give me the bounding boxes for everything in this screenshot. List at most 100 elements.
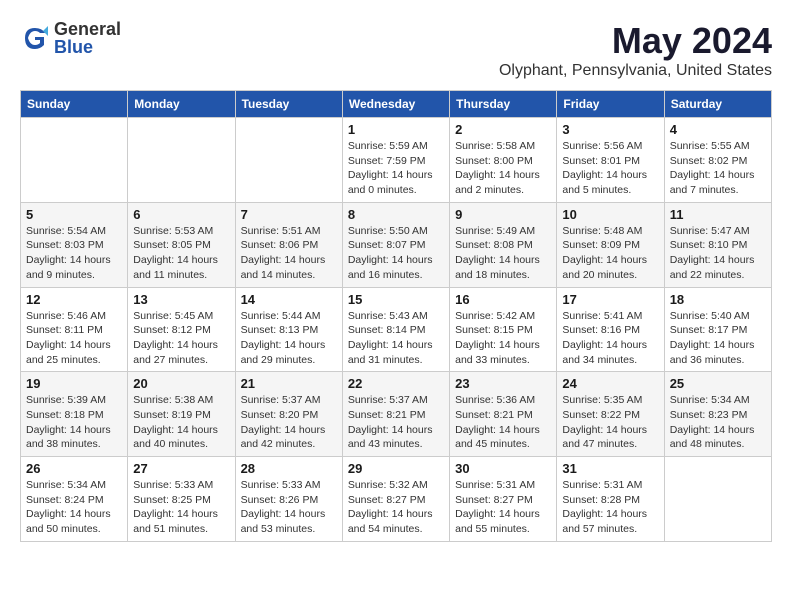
day-number: 16: [455, 292, 551, 307]
logo-text: General Blue: [54, 20, 121, 56]
calendar-cell: 19 Sunrise: 5:39 AM Sunset: 8:18 PM Dayli…: [21, 372, 128, 457]
day-info: Sunrise: 5:44 AM Sunset: 8:13 PM Dayligh…: [241, 309, 337, 368]
calendar-cell: 27 Sunrise: 5:33 AM Sunset: 8:25 PM Dayli…: [128, 457, 235, 542]
calendar-week-1: 1 Sunrise: 5:59 AM Sunset: 7:59 PM Daylig…: [21, 118, 772, 203]
day-info: Sunrise: 5:37 AM Sunset: 8:20 PM Dayligh…: [241, 393, 337, 452]
day-number: 1: [348, 122, 444, 137]
day-info: Sunrise: 5:42 AM Sunset: 8:15 PM Dayligh…: [455, 309, 551, 368]
day-number: 25: [670, 376, 766, 391]
calendar-week-3: 12 Sunrise: 5:46 AM Sunset: 8:11 PM Dayli…: [21, 287, 772, 372]
day-info: Sunrise: 5:46 AM Sunset: 8:11 PM Dayligh…: [26, 309, 122, 368]
day-info: Sunrise: 5:41 AM Sunset: 8:16 PM Dayligh…: [562, 309, 658, 368]
day-number: 7: [241, 207, 337, 222]
header-wednesday: Wednesday: [342, 91, 449, 118]
day-info: Sunrise: 5:56 AM Sunset: 8:01 PM Dayligh…: [562, 139, 658, 198]
calendar-cell: 7Sunrise: 5:51 AM Sunset: 8:06 PM Daylig…: [235, 202, 342, 287]
header-monday: Monday: [128, 91, 235, 118]
day-info: Sunrise: 5:45 AM Sunset: 8:12 PM Dayligh…: [133, 309, 229, 368]
calendar-cell: 24Sunrise: 5:35 AM Sunset: 8:22 PM Dayli…: [557, 372, 664, 457]
month-title: May 2024: [499, 20, 772, 62]
day-number: 26: [26, 461, 122, 476]
day-number: 5: [26, 207, 122, 222]
day-info: Sunrise: 5:31 AM Sunset: 8:28 PM Dayligh…: [562, 478, 658, 537]
day-info: Sunrise: 5:40 AM Sunset: 8:17 PM Dayligh…: [670, 309, 766, 368]
day-number: 3: [562, 122, 658, 137]
logo-icon: [20, 23, 50, 53]
day-info: Sunrise: 5:32 AM Sunset: 8:27 PM Dayligh…: [348, 478, 444, 537]
day-number: 30: [455, 461, 551, 476]
calendar-cell: 12 Sunrise: 5:46 AM Sunset: 8:11 PM Dayli…: [21, 287, 128, 372]
calendar-cell: 4Sunrise: 5:55 AM Sunset: 8:02 PM Daylig…: [664, 118, 771, 203]
calendar-cell: 21 Sunrise: 5:37 AM Sunset: 8:20 PM Dayli…: [235, 372, 342, 457]
calendar-cell: [235, 118, 342, 203]
day-number: 2: [455, 122, 551, 137]
day-number: 11: [670, 207, 766, 222]
calendar-cell: 30Sunrise: 5:31 AM Sunset: 8:27 PM Dayli…: [450, 457, 557, 542]
day-info: Sunrise: 5:50 AM Sunset: 8:07 PM Dayligh…: [348, 224, 444, 283]
calendar-cell: 1 Sunrise: 5:59 AM Sunset: 7:59 PM Daylig…: [342, 118, 449, 203]
calendar-cell: 28 Sunrise: 5:33 AM Sunset: 8:26 PM Dayli…: [235, 457, 342, 542]
calendar-cell: 16 Sunrise: 5:42 AM Sunset: 8:15 PM Dayli…: [450, 287, 557, 372]
day-number: 19: [26, 376, 122, 391]
day-info: Sunrise: 5:59 AM Sunset: 7:59 PM Dayligh…: [348, 139, 444, 198]
calendar-cell: 13 Sunrise: 5:45 AM Sunset: 8:12 PM Dayli…: [128, 287, 235, 372]
calendar-header-row: SundayMondayTuesdayWednesdayThursdayFrid…: [21, 91, 772, 118]
header-saturday: Saturday: [664, 91, 771, 118]
calendar-cell: 5Sunrise: 5:54 AM Sunset: 8:03 PM Daylig…: [21, 202, 128, 287]
calendar-cell: 11 Sunrise: 5:47 AM Sunset: 8:10 PM Dayli…: [664, 202, 771, 287]
day-info: Sunrise: 5:39 AM Sunset: 8:18 PM Dayligh…: [26, 393, 122, 452]
header-friday: Friday: [557, 91, 664, 118]
calendar-week-5: 26 Sunrise: 5:34 AM Sunset: 8:24 PM Dayli…: [21, 457, 772, 542]
day-info: Sunrise: 5:33 AM Sunset: 8:25 PM Dayligh…: [133, 478, 229, 537]
day-number: 15: [348, 292, 444, 307]
calendar-cell: [21, 118, 128, 203]
calendar-cell: 25Sunrise: 5:34 AM Sunset: 8:23 PM Dayli…: [664, 372, 771, 457]
day-number: 13: [133, 292, 229, 307]
calendar-cell: 31 Sunrise: 5:31 AM Sunset: 8:28 PM Dayli…: [557, 457, 664, 542]
calendar-cell: 17 Sunrise: 5:41 AM Sunset: 8:16 PM Dayli…: [557, 287, 664, 372]
day-info: Sunrise: 5:49 AM Sunset: 8:08 PM Dayligh…: [455, 224, 551, 283]
calendar-week-4: 19 Sunrise: 5:39 AM Sunset: 8:18 PM Dayli…: [21, 372, 772, 457]
calendar-cell: 9 Sunrise: 5:49 AM Sunset: 8:08 PM Daylig…: [450, 202, 557, 287]
logo: General Blue: [20, 20, 121, 56]
calendar-cell: 8 Sunrise: 5:50 AM Sunset: 8:07 PM Daylig…: [342, 202, 449, 287]
day-info: Sunrise: 5:34 AM Sunset: 8:24 PM Dayligh…: [26, 478, 122, 537]
location-subtitle: Olyphant, Pennsylvania, United States: [499, 62, 772, 80]
day-number: 9: [455, 207, 551, 222]
day-number: 22: [348, 376, 444, 391]
day-number: 17: [562, 292, 658, 307]
day-number: 31: [562, 461, 658, 476]
calendar-cell: 23Sunrise: 5:36 AM Sunset: 8:21 PM Dayli…: [450, 372, 557, 457]
day-number: 8: [348, 207, 444, 222]
day-number: 21: [241, 376, 337, 391]
calendar-cell: 20Sunrise: 5:38 AM Sunset: 8:19 PM Dayli…: [128, 372, 235, 457]
calendar-cell: 15 Sunrise: 5:43 AM Sunset: 8:14 PM Dayli…: [342, 287, 449, 372]
calendar-cell: 18 Sunrise: 5:40 AM Sunset: 8:17 PM Dayli…: [664, 287, 771, 372]
calendar-cell: 26 Sunrise: 5:34 AM Sunset: 8:24 PM Dayli…: [21, 457, 128, 542]
calendar-table: SundayMondayTuesdayWednesdayThursdayFrid…: [20, 90, 772, 542]
calendar-cell: 14 Sunrise: 5:44 AM Sunset: 8:13 PM Dayli…: [235, 287, 342, 372]
calendar-week-2: 5Sunrise: 5:54 AM Sunset: 8:03 PM Daylig…: [21, 202, 772, 287]
calendar-cell: 3 Sunrise: 5:56 AM Sunset: 8:01 PM Daylig…: [557, 118, 664, 203]
day-number: 10: [562, 207, 658, 222]
day-info: Sunrise: 5:33 AM Sunset: 8:26 PM Dayligh…: [241, 478, 337, 537]
calendar-cell: 2Sunrise: 5:58 AM Sunset: 8:00 PM Daylig…: [450, 118, 557, 203]
day-number: 27: [133, 461, 229, 476]
day-number: 4: [670, 122, 766, 137]
day-info: Sunrise: 5:43 AM Sunset: 8:14 PM Dayligh…: [348, 309, 444, 368]
calendar-cell: [128, 118, 235, 203]
day-number: 14: [241, 292, 337, 307]
day-info: Sunrise: 5:36 AM Sunset: 8:21 PM Dayligh…: [455, 393, 551, 452]
calendar-cell: 10 Sunrise: 5:48 AM Sunset: 8:09 PM Dayli…: [557, 202, 664, 287]
page-header: General Blue May 2024 Olyphant, Pennsylv…: [20, 20, 772, 80]
logo-blue-label: Blue: [54, 38, 121, 56]
day-info: Sunrise: 5:47 AM Sunset: 8:10 PM Dayligh…: [670, 224, 766, 283]
day-info: Sunrise: 5:48 AM Sunset: 8:09 PM Dayligh…: [562, 224, 658, 283]
header-thursday: Thursday: [450, 91, 557, 118]
day-number: 12: [26, 292, 122, 307]
day-number: 28: [241, 461, 337, 476]
day-number: 29: [348, 461, 444, 476]
calendar-cell: [664, 457, 771, 542]
day-number: 18: [670, 292, 766, 307]
title-area: May 2024 Olyphant, Pennsylvania, United …: [499, 20, 772, 80]
